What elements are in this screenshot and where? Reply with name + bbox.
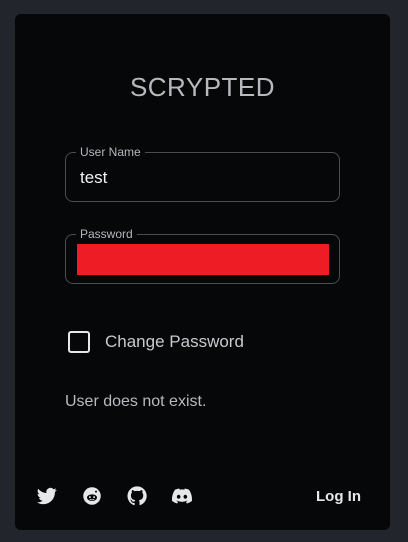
social-links <box>36 486 216 506</box>
login-button[interactable]: Log In <box>316 488 361 505</box>
twitter-icon[interactable] <box>36 486 58 506</box>
discord-icon[interactable] <box>171 486 193 506</box>
change-password-label[interactable]: Change Password <box>105 332 244 352</box>
password-label: Password <box>76 227 137 241</box>
password-redaction <box>77 244 329 275</box>
github-icon[interactable] <box>126 486 148 506</box>
reddit-icon[interactable] <box>81 486 103 506</box>
username-label: User Name <box>76 145 145 159</box>
password-field[interactable]: Password <box>65 227 340 284</box>
username-field[interactable]: User Name test <box>65 145 340 202</box>
change-password-row[interactable]: Change Password <box>68 330 244 354</box>
error-message: User does not exist. <box>65 393 207 410</box>
login-card: SCRYPTED User Name test Password Change … <box>15 14 390 530</box>
app-title: SCRYPTED <box>129 72 276 102</box>
change-password-checkbox[interactable] <box>68 331 90 353</box>
username-value[interactable]: test <box>80 168 107 188</box>
